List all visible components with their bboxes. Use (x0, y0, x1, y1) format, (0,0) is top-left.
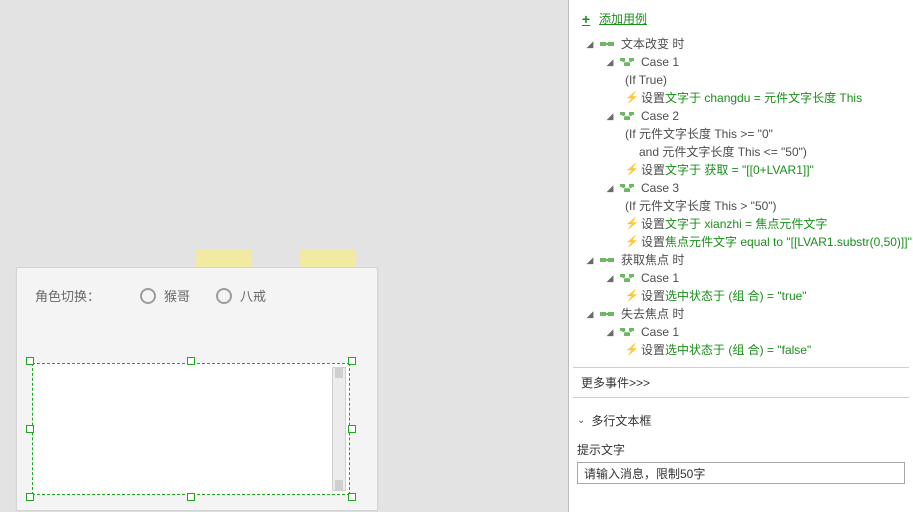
resize-handle-sw[interactable] (26, 493, 34, 501)
disclosure-triangle-icon[interactable]: ◢ (585, 251, 595, 269)
radio-icon (140, 288, 156, 304)
action-body: 文字于 xianzhi = 焦点元件文字 (665, 215, 827, 233)
case-icon (619, 326, 635, 338)
event-icon (599, 254, 615, 266)
section-header[interactable]: ⌄ 多行文本框 (573, 398, 909, 435)
event-name: 文本改变 时 (621, 35, 684, 53)
radio-icon (216, 288, 232, 304)
disclosure-triangle-icon[interactable]: ◢ (605, 269, 615, 287)
add-case-link[interactable]: + 添加用例 (573, 8, 909, 35)
action-prefix: 设置 (641, 233, 665, 251)
lightning-icon: ⚡ (625, 215, 637, 233)
action-prefix: 设置 (641, 161, 665, 179)
case-name: Case 2 (641, 107, 679, 125)
disclosure-triangle-icon[interactable]: ◢ (585, 305, 595, 323)
radio-option-bajie[interactable]: 八戒 (216, 286, 266, 305)
lightning-icon: ⚡ (625, 161, 637, 179)
action-row[interactable]: ⚡设置 文字于 xianzhi = 焦点元件文字 (575, 215, 909, 233)
disclosure-triangle-icon[interactable]: ◢ (605, 179, 615, 197)
lightning-icon: ⚡ (625, 89, 637, 107)
disclosure-triangle-icon[interactable]: ◢ (585, 35, 595, 53)
highlight-marker (300, 250, 356, 268)
event-name: 失去焦点 时 (621, 305, 684, 323)
case-name: Case 3 (641, 179, 679, 197)
role-label: 角色切换： (35, 286, 100, 305)
case-icon (619, 182, 635, 194)
case-condition: (If 元件文字长度 This >= "0" (575, 125, 909, 143)
highlight-marker (196, 250, 252, 268)
radio-label: 八戒 (240, 286, 266, 305)
action-body: 选中状态于 (组 合) = "true" (665, 287, 807, 305)
resize-handle-ne[interactable] (348, 357, 356, 365)
radio-label: 猴哥 (164, 286, 190, 305)
case-row[interactable]: ◢ Case 1 (575, 269, 909, 287)
action-row[interactable]: ⚡设置 焦点元件文字 equal to "[[LVAR1.substr(0,50… (575, 233, 909, 251)
action-row[interactable]: ⚡设置 选中状态于 (组 合) = "true" (575, 287, 909, 305)
selected-textarea-widget[interactable] (26, 357, 356, 501)
disclosure-triangle-icon[interactable]: ◢ (605, 53, 615, 71)
inspector-panel: + 添加用例 ◢文本改变 时◢Case 1(If True)⚡设置 文字于 ch… (569, 0, 913, 512)
radio-option-monkey[interactable]: 猴哥 (140, 286, 190, 305)
case-name: Case 1 (641, 53, 679, 71)
plus-icon: + (579, 13, 593, 25)
more-events-link[interactable]: 更多事件>>> (573, 367, 909, 398)
resize-handle-se[interactable] (348, 493, 356, 501)
action-body: 选中状态于 (组 合) = "false" (665, 341, 811, 359)
disclosure-triangle-icon[interactable]: ◢ (605, 107, 615, 125)
event-row[interactable]: ◢ 获取焦点 时 (575, 251, 909, 269)
action-row[interactable]: ⚡设置 选中状态于 (组 合) = "false" (575, 341, 909, 359)
action-body: 文字于 changdu = 元件文字长度 This (665, 89, 862, 107)
action-prefix: 设置 (641, 215, 665, 233)
resize-handle-n[interactable] (187, 357, 195, 365)
chevron-down-icon: ⌄ (577, 415, 585, 426)
action-body: 文字于 获取 = "[[0+LVAR1]]" (665, 161, 814, 179)
case-row[interactable]: ◢ Case 2 (575, 107, 909, 125)
case-row[interactable]: ◢ Case 1 (575, 53, 909, 71)
resize-handle-w[interactable] (26, 425, 34, 433)
event-name: 获取焦点 时 (621, 251, 684, 269)
interaction-tree: ◢文本改变 时◢Case 1(If True)⚡设置 文字于 changdu =… (573, 35, 909, 359)
case-row[interactable]: ◢ Case 3 (575, 179, 909, 197)
case-row[interactable]: ◢ Case 1 (575, 323, 909, 341)
action-prefix: 设置 (641, 287, 665, 305)
action-body: 焦点元件文字 equal to "[[LVAR1.substr(0,50)]]" (665, 233, 912, 251)
action-prefix: 设置 (641, 89, 665, 107)
lightning-icon: ⚡ (625, 341, 637, 359)
resize-handle-s[interactable] (187, 493, 195, 501)
case-condition: (If True) (575, 71, 909, 89)
event-row[interactable]: ◢ 失去焦点 时 (575, 305, 909, 323)
action-row[interactable]: ⚡设置 文字于 获取 = "[[0+LVAR1]]" (575, 161, 909, 179)
case-icon (619, 110, 635, 122)
event-icon (599, 38, 615, 50)
design-canvas[interactable]: 角色切换： 猴哥 八戒 (0, 0, 569, 512)
disclosure-triangle-icon[interactable]: ◢ (605, 323, 615, 341)
resize-handle-e[interactable] (348, 425, 356, 433)
case-condition: (If 元件文字长度 This > "50") (575, 197, 909, 215)
case-condition: and 元件文字长度 This <= "50") (575, 143, 909, 161)
placeholder-input[interactable] (577, 462, 905, 484)
add-case-label: 添加用例 (599, 10, 647, 27)
action-prefix: 设置 (641, 341, 665, 359)
case-name: Case 1 (641, 323, 679, 341)
textarea-sheet[interactable] (32, 363, 350, 495)
case-name: Case 1 (641, 269, 679, 287)
case-icon (619, 272, 635, 284)
lightning-icon: ⚡ (625, 233, 637, 251)
action-row[interactable]: ⚡设置 文字于 changdu = 元件文字长度 This (575, 89, 909, 107)
placeholder-label: 提示文字 (573, 435, 909, 462)
resize-handle-nw[interactable] (26, 357, 34, 365)
case-icon (619, 56, 635, 68)
event-icon (599, 308, 615, 320)
lightning-icon: ⚡ (625, 287, 637, 305)
section-title: 多行文本框 (591, 412, 651, 429)
scrollbar[interactable] (332, 367, 346, 491)
event-row[interactable]: ◢ 文本改变 时 (575, 35, 909, 53)
